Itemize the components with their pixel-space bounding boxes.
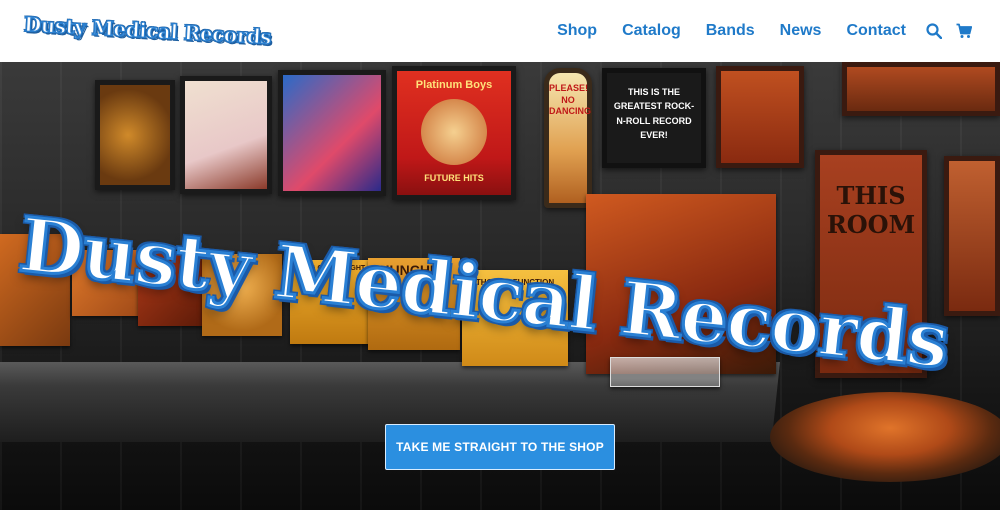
site-header: Dusty Medical Records Shop Catalog Bands… [0, 0, 1000, 62]
main-nav: Shop Catalog Bands News Contact [532, 0, 972, 62]
poster-platinum-boys: Platinum Boys FUTURE HITS [392, 66, 516, 200]
turntable [770, 392, 1000, 482]
cassette-case [610, 357, 720, 387]
search-icon[interactable] [926, 23, 942, 39]
nav-link-catalog[interactable]: Catalog [622, 22, 681, 40]
cart-icon[interactable] [956, 23, 972, 39]
shop-cta-button[interactable]: TAKE ME STRAIGHT TO THE SHOP [385, 424, 615, 470]
nav-link-bands[interactable]: Bands [706, 22, 755, 40]
sign-no-dancing: PLEASE! NO DANCING [544, 68, 592, 208]
poster-frame-country [716, 66, 804, 168]
nav-link-news[interactable]: News [780, 22, 822, 40]
poster-frame-top-right [842, 62, 1000, 116]
poster-frame-3 [278, 70, 386, 196]
sign-greatest: THIS IS THE GREATEST ROCK-N-ROLL RECORD … [602, 68, 706, 168]
poster-frame-1 [95, 80, 175, 190]
site-logo[interactable]: Dusty Medical Records [23, 11, 272, 49]
hero-banner: Platinum Boys FUTURE HITS PLEASE! NO DAN… [0, 62, 1000, 510]
poster-frame-2 [180, 76, 272, 194]
poster-frame-right [944, 156, 1000, 316]
nav-link-shop[interactable]: Shop [557, 22, 597, 40]
nav-link-contact[interactable]: Contact [846, 22, 906, 40]
